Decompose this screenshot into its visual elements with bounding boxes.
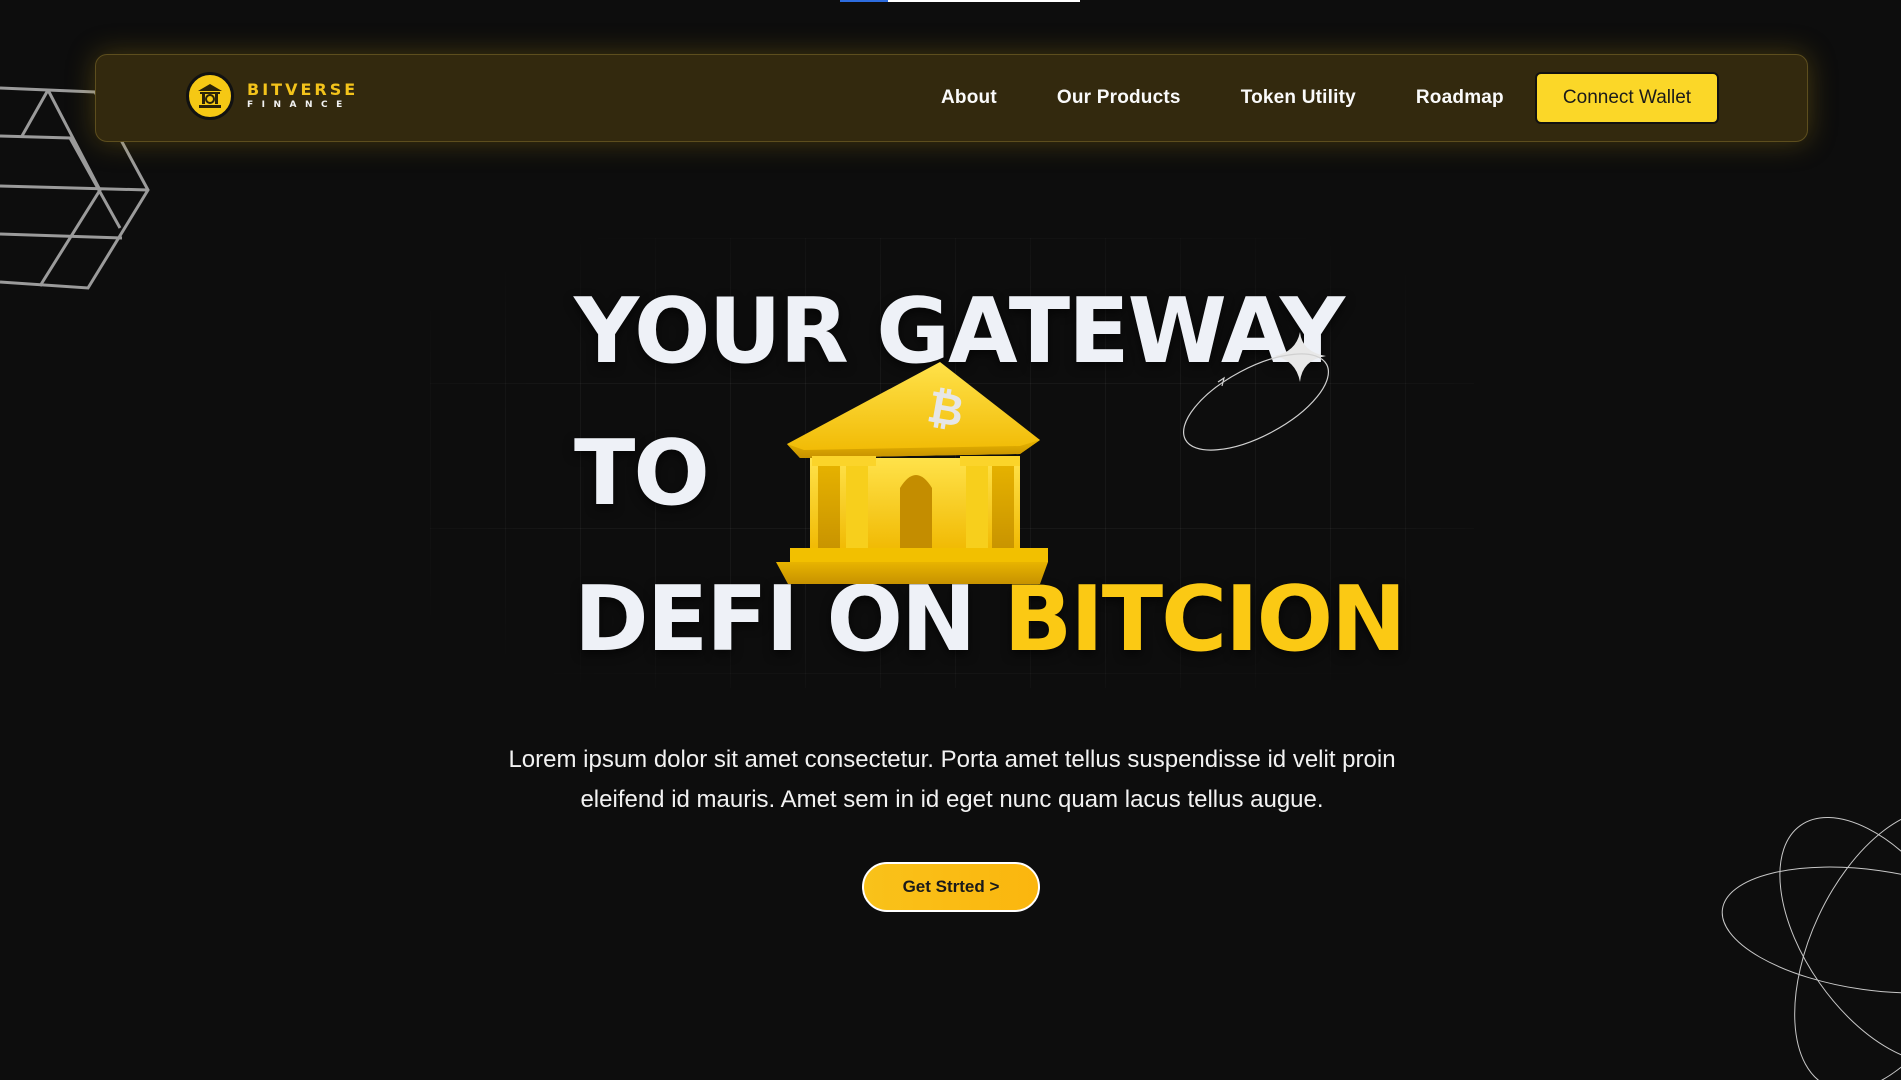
landing-page: BITVERSE FINANCE About Our Products Toke… (0, 0, 1901, 1080)
sparkle-icon (1182, 332, 1330, 451)
scroll-indicator-progress (840, 0, 888, 2)
get-started-button[interactable]: Get Strted > (862, 862, 1040, 912)
hero-description-line-2: eleifend id mauris. Amet sem in id eget … (580, 786, 1324, 813)
hero-title-accent: BITCION (1003, 567, 1407, 672)
brand-logo-link[interactable]: BITVERSE FINANCE (186, 72, 358, 120)
hero-description-line-1: Lorem ipsum dolor sit amet consectetur. … (508, 746, 1396, 773)
top-scroll-indicator (840, 0, 1080, 2)
brand-subtitle: FINANCE (247, 100, 351, 110)
nav-link-token-utility[interactable]: Token Utility (1241, 87, 1356, 109)
nav-link-about[interactable]: About (941, 87, 997, 109)
nav-links: About Our Products Token Utility Roadmap (941, 55, 1504, 141)
nav-link-roadmap[interactable]: Roadmap (1416, 87, 1504, 109)
nav-link-our-products[interactable]: Our Products (1057, 87, 1181, 109)
bank-icon (186, 72, 234, 120)
bitcoin-bank-icon: ₿ (776, 362, 1048, 584)
hero-description: Lorem ipsum dolor sit amet consectetur. … (430, 740, 1474, 820)
orbit-rings-icon (1721, 809, 1901, 1080)
top-navbar: BITVERSE FINANCE About Our Products Toke… (95, 54, 1808, 142)
hero-title-line-2: TO (574, 421, 710, 526)
connect-wallet-button[interactable]: Connect Wallet (1535, 72, 1719, 124)
brand-name: BITVERSE (247, 80, 359, 99)
